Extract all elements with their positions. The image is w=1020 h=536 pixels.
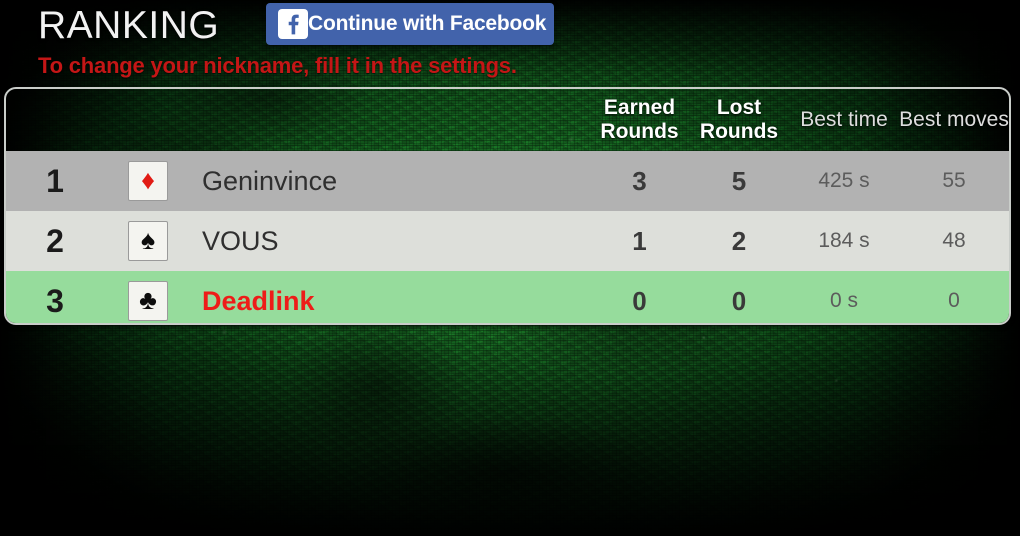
row-earned-rounds: 3	[590, 151, 689, 211]
column-header-earned-rounds: Earned Rounds	[600, 96, 679, 143]
table-row[interactable]: 3 ♣ Deadlink 0 0 0 s 0	[6, 271, 1009, 323]
facebook-button-label: Continue with Facebook	[308, 12, 547, 35]
table-header-row: Earned Rounds Lost Rounds Best time Best…	[6, 89, 1009, 151]
row-lost-rounds: 0	[689, 271, 789, 323]
column-header-lost-rounds: Lost Rounds	[699, 96, 779, 143]
nickname-hint-text: To change your nickname, fill it in the …	[38, 53, 517, 78]
table-row[interactable]: 1 ♦ Geninvince 3 5 425 s 55	[6, 151, 1009, 211]
row-player-name: Deadlink	[192, 271, 590, 323]
row-lost-rounds: 5	[689, 151, 789, 211]
column-header-best-moves: Best moves	[899, 108, 1009, 131]
page-title: RANKING	[38, 4, 220, 47]
row-best-time: 0 s	[789, 271, 899, 323]
continue-with-facebook-button[interactable]: Continue with Facebook	[266, 3, 554, 45]
row-best-time: 184 s	[789, 211, 899, 271]
row-best-moves: 55	[899, 151, 1009, 211]
row-rank: 3	[6, 271, 104, 323]
row-suit-cell: ♠	[104, 211, 192, 271]
table-row[interactable]: 2 ♠ VOUS 1 2 184 s 48	[6, 211, 1009, 271]
spade-suit-icon: ♠	[128, 221, 168, 261]
row-player-name: VOUS	[192, 211, 590, 271]
ranking-table-card: Earned Rounds Lost Rounds Best time Best…	[4, 87, 1011, 325]
row-player-name: Geninvince	[192, 151, 590, 211]
row-rank: 1	[6, 151, 104, 211]
row-lost-rounds: 2	[689, 211, 789, 271]
ranking-table-body: 1 ♦ Geninvince 3 5 425 s 55 2 ♠ VOUS 1 2…	[6, 151, 1009, 323]
club-suit-icon: ♣	[128, 281, 168, 321]
column-header-best-time: Best time	[800, 108, 888, 131]
row-best-moves: 0	[899, 271, 1009, 323]
row-best-moves: 48	[899, 211, 1009, 271]
ranking-table-header: Earned Rounds Lost Rounds Best time Best…	[6, 89, 1009, 151]
row-suit-cell: ♣	[104, 271, 192, 323]
row-earned-rounds: 1	[590, 211, 689, 271]
app-screen: RANKING Continue with Facebook To change…	[0, 0, 1020, 536]
column-header-suit	[104, 89, 192, 151]
diamond-suit-icon: ♦	[128, 161, 168, 201]
facebook-f-icon	[278, 9, 308, 39]
row-rank: 2	[6, 211, 104, 271]
column-header-rank	[6, 89, 104, 151]
row-earned-rounds: 0	[590, 271, 689, 323]
column-header-name	[192, 89, 590, 151]
row-best-time: 425 s	[789, 151, 899, 211]
ranking-table: Earned Rounds Lost Rounds Best time Best…	[6, 89, 1009, 323]
row-suit-cell: ♦	[104, 151, 192, 211]
